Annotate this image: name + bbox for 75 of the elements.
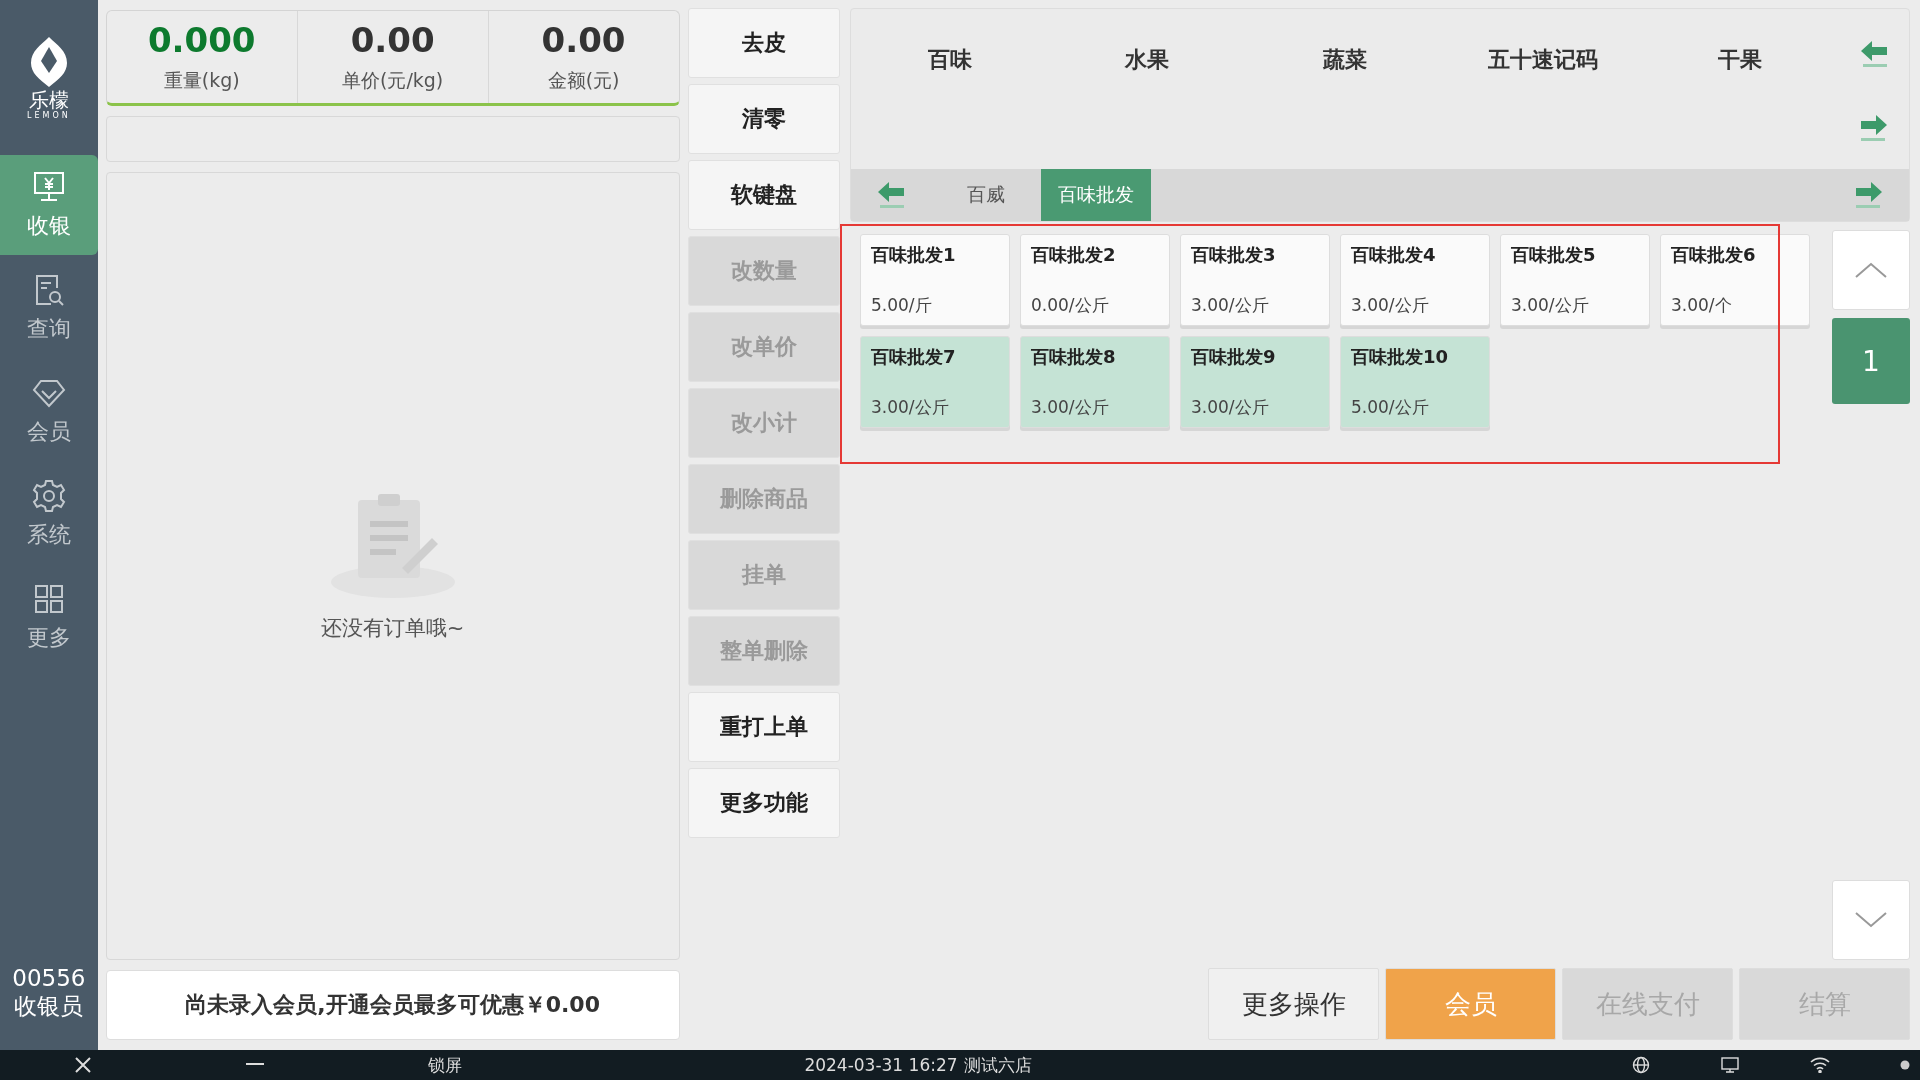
product-name: 百味批发1 <box>871 243 957 267</box>
datetime-text: 2024-03-31 16:27 <box>804 1055 958 1075</box>
product-price: 5.00/公斤 <box>1351 396 1430 419</box>
product-name: 百味批发4 <box>1351 243 1437 267</box>
logo-subtext: LEMON <box>27 111 71 120</box>
chevron-down-icon <box>1854 911 1888 929</box>
scale-value: 0.000 <box>147 20 256 60</box>
product-card[interactable]: 百味批发8 3.00/公斤 <box>1020 336 1170 428</box>
product-name: 百味批发7 <box>871 345 957 369</box>
page-number: 1 <box>1832 318 1910 404</box>
function-button[interactable]: 去皮 <box>687 8 840 78</box>
lock-screen-link[interactable]: 锁屏 <box>428 1053 462 1077</box>
minimize-icon[interactable] <box>246 1063 264 1067</box>
product-card[interactable]: 百味批发7 3.00/公斤 <box>860 336 1010 428</box>
nav-item[interactable]: 系统 <box>0 464 98 564</box>
category-tab[interactable]: 五十速记码 <box>1443 37 1642 83</box>
product-card[interactable]: 百味批发9 3.00/公斤 <box>1180 336 1330 428</box>
product-price: 3.00/公斤 <box>1031 396 1110 419</box>
arrow-right-icon <box>1859 113 1889 143</box>
product-price: 3.00/个 <box>1671 294 1733 317</box>
function-button[interactable]: 更多功能 <box>687 768 840 838</box>
product-card[interactable]: 百味批发2 0.00/公斤 <box>1020 234 1170 326</box>
product-name: 百味批发5 <box>1511 243 1597 267</box>
globe-icon[interactable] <box>1632 1056 1650 1074</box>
subcategory-tab[interactable]: 百威 <box>931 169 1041 221</box>
product-name: 百味批发3 <box>1191 243 1277 267</box>
category-tab[interactable]: 干果 <box>1641 37 1839 83</box>
function-button[interactable]: 清零 <box>687 84 840 154</box>
product-card[interactable]: 百味批发3 3.00/公斤 <box>1180 234 1330 326</box>
close-icon[interactable] <box>73 1056 92 1074</box>
action-button[interactable]: 更多操作 <box>1208 968 1379 1040</box>
function-button[interactable]: 重打上单 <box>687 692 840 762</box>
product-card[interactable]: 百味批发6 3.00/个 <box>1660 234 1810 326</box>
scale-value: 0.00 <box>350 20 435 60</box>
product-card[interactable]: 百味批发5 3.00/公斤 <box>1500 234 1650 326</box>
chevron-up-icon <box>1854 261 1888 279</box>
product-price: 3.00/公斤 <box>871 396 950 419</box>
scale-label: 重量(kg) <box>163 68 240 93</box>
member-banner: 尚未录入会员,开通会员最多可优惠￥0.00 <box>105 970 680 1040</box>
product-name: 百味批发9 <box>1191 345 1277 369</box>
product-price: 5.00/斤 <box>871 294 933 317</box>
nav-item[interactable]: 更多 <box>0 567 98 667</box>
product-price: 0.00/公斤 <box>1031 294 1110 317</box>
store-name: 测试六店 <box>963 1053 1032 1077</box>
product-price: 3.00/公斤 <box>1511 294 1590 317</box>
arrow-left-icon <box>876 180 906 210</box>
empty-message: 还没有订单哦~ <box>320 615 465 642</box>
arrow-left-icon <box>1859 39 1889 69</box>
settings-icon <box>30 478 67 514</box>
status-dot-icon <box>1900 1060 1910 1070</box>
function-button[interactable]: 软键盘 <box>687 160 840 230</box>
nav-item[interactable]: 会员 <box>0 361 98 461</box>
product-name: 百味批发2 <box>1031 243 1117 267</box>
product-name: 百味批发8 <box>1031 345 1117 369</box>
category-tab[interactable]: 蔬菜 <box>1246 37 1444 83</box>
arrow-right-icon <box>1854 180 1884 210</box>
product-price: 3.00/公斤 <box>1191 294 1270 317</box>
nav-item[interactable]: 查询 <box>0 258 98 358</box>
monitor-icon[interactable] <box>1720 1056 1740 1074</box>
logo-text: 乐檬 <box>28 89 69 111</box>
product-card[interactable]: 百味批发10 5.00/公斤 <box>1340 336 1490 428</box>
scale-label: 单价(元/kg) <box>342 68 444 93</box>
wifi-icon[interactable] <box>1810 1057 1830 1073</box>
category-tab[interactable]: 水果 <box>1048 37 1247 83</box>
product-price: 3.00/公斤 <box>1351 294 1430 317</box>
product-card[interactable]: 百味批发1 5.00/斤 <box>860 234 1010 326</box>
scale-value: 0.00 <box>541 20 626 60</box>
product-name: 百味批发6 <box>1671 243 1757 267</box>
cashier-role: 收银员 <box>14 992 84 1020</box>
cashier-id: 00556 <box>12 964 86 992</box>
scale-label: 金额(元) <box>547 68 620 93</box>
product-price: 3.00/公斤 <box>1191 396 1270 419</box>
product-card[interactable]: 百味批发4 3.00/公斤 <box>1340 234 1490 326</box>
category-tab[interactable]: 百味 <box>851 37 1049 83</box>
product-name: 百味批发10 <box>1351 345 1450 369</box>
